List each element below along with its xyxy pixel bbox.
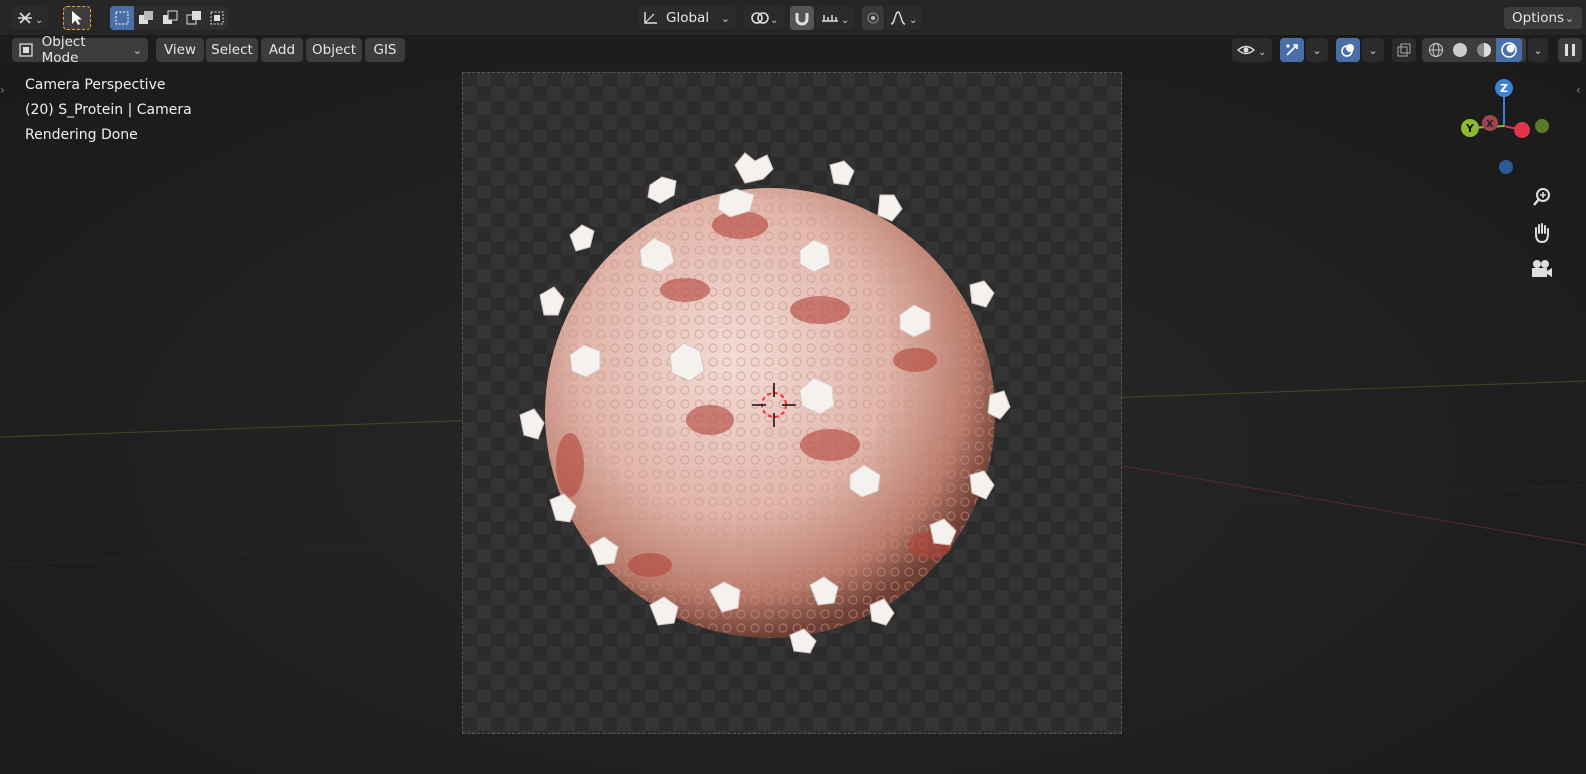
- svg-text:⌄: ⌄: [841, 15, 849, 26]
- chevron-down-icon: ⌄: [1312, 43, 1322, 57]
- pause-icon: [1565, 44, 1575, 56]
- mode-dropdown[interactable]: Object Mode ⌄: [12, 34, 148, 66]
- falloff-curve-icon: ⌄: [890, 11, 917, 26]
- select-tool-button[interactable]: [63, 6, 91, 30]
- camera-icon[interactable]: [1528, 255, 1556, 283]
- overlays-toggle[interactable]: [1336, 38, 1360, 62]
- hand-pan-icon[interactable]: [1528, 219, 1556, 247]
- menu-view[interactable]: View: [156, 38, 204, 62]
- overlay-render-status: Rendering Done: [25, 127, 138, 143]
- sidebar-expand-arrow[interactable]: ‹: [1576, 83, 1581, 97]
- chevron-down-icon: ⌄: [1533, 43, 1543, 57]
- select-extend-icon[interactable]: [134, 6, 158, 30]
- zoom-icon[interactable]: [1528, 183, 1556, 211]
- overlays-icon: [1341, 44, 1354, 57]
- xray-icon: [1397, 43, 1411, 57]
- svg-text:⌄: ⌄: [35, 15, 43, 26]
- rendered-virus-model: [510, 145, 1040, 675]
- toolbar-expand-arrow[interactable]: ›: [0, 83, 5, 97]
- snap-increment-icon: ⌄: [822, 15, 849, 26]
- svg-text:⌄: ⌄: [909, 15, 917, 26]
- options-label: Options: [1512, 10, 1565, 26]
- menu-object[interactable]: Object: [306, 38, 362, 62]
- z-axis-negative-handle: [1499, 160, 1513, 174]
- chevron-down-icon: ⌄: [720, 11, 730, 25]
- menu-select[interactable]: Select: [206, 38, 258, 62]
- solid-shading-icon[interactable]: [1448, 38, 1472, 62]
- mode-label: Object Mode: [41, 34, 86, 66]
- select-new-icon[interactable]: [110, 6, 134, 30]
- select-invert-icon[interactable]: [182, 6, 206, 30]
- transform-pivot-button[interactable]: ⌄: [12, 6, 48, 30]
- chevron-down-icon: ⌄: [132, 43, 142, 57]
- navigation-gizmo[interactable]: Z Y X: [1460, 78, 1570, 178]
- orientation-label: Global: [666, 10, 710, 26]
- svg-text:⌄: ⌄: [1258, 47, 1266, 58]
- snap-toggle[interactable]: [790, 6, 814, 30]
- menu-add[interactable]: Add: [261, 38, 303, 62]
- gizmo-icon: [1286, 44, 1298, 56]
- menu-gis[interactable]: GIS: [365, 38, 405, 62]
- pause-render-button[interactable]: [1558, 38, 1582, 62]
- y-axis-negative-handle: [1535, 119, 1549, 133]
- x-axis-label: X: [1486, 119, 1494, 130]
- object-mode-icon: [19, 43, 33, 57]
- y-axis-label: Y: [1465, 122, 1475, 135]
- chevron-down-icon: ⌄: [1564, 11, 1574, 25]
- xray-toggle[interactable]: [1392, 38, 1416, 62]
- wireframe-shading-icon[interactable]: [1424, 38, 1448, 62]
- viewport-header: Object Mode ⌄ View Select Add Object GIS…: [0, 34, 1586, 66]
- overlays-dropdown[interactable]: ⌄: [1362, 38, 1384, 62]
- selection-mode-group: [110, 6, 228, 30]
- visibility-dropdown[interactable]: ⌄: [1232, 38, 1272, 62]
- falloff-dropdown[interactable]: ⌄: [886, 6, 922, 30]
- proportional-edit-icon: [867, 12, 879, 24]
- pivot-icon: ⌄: [18, 12, 43, 26]
- material-shading-icon[interactable]: [1472, 38, 1496, 62]
- shading-mode-group: [1422, 38, 1526, 62]
- link-icon: ⌄: [751, 12, 778, 26]
- svg-text:⌄: ⌄: [770, 15, 778, 26]
- gizmo-toggle[interactable]: [1280, 38, 1304, 62]
- select-subtract-icon[interactable]: [158, 6, 182, 30]
- overlay-object-name: (20) S_Protein | Camera: [25, 102, 192, 118]
- eye-icon: ⌄: [1236, 45, 1266, 58]
- select-intersect-icon[interactable]: [206, 6, 228, 30]
- proportional-edit-toggle[interactable]: [862, 6, 884, 30]
- gizmo-dropdown[interactable]: ⌄: [1306, 38, 1328, 62]
- shading-dropdown[interactable]: ⌄: [1528, 38, 1548, 62]
- tool-settings-bar: ⌄ Global ⌄ ⌄ ⌄ ⌄ Options ⌄: [0, 0, 1586, 36]
- pivot-point-dropdown[interactable]: ⌄: [744, 6, 784, 30]
- x-axis-positive-handle: [1514, 122, 1530, 138]
- chevron-down-icon: ⌄: [1368, 43, 1378, 57]
- options-dropdown[interactable]: Options ⌄: [1504, 7, 1582, 29]
- transform-orientation-dropdown[interactable]: Global ⌄: [638, 6, 736, 30]
- z-axis-label: Z: [1500, 82, 1508, 95]
- orientation-icon: [644, 12, 657, 24]
- overlay-view-name: Camera Perspective: [25, 77, 166, 93]
- rendered-shading-icon[interactable]: [1496, 38, 1522, 62]
- cursor-arrow-icon: [72, 11, 82, 25]
- magnet-icon: [795, 13, 809, 26]
- snap-target-dropdown[interactable]: ⌄: [816, 6, 854, 30]
